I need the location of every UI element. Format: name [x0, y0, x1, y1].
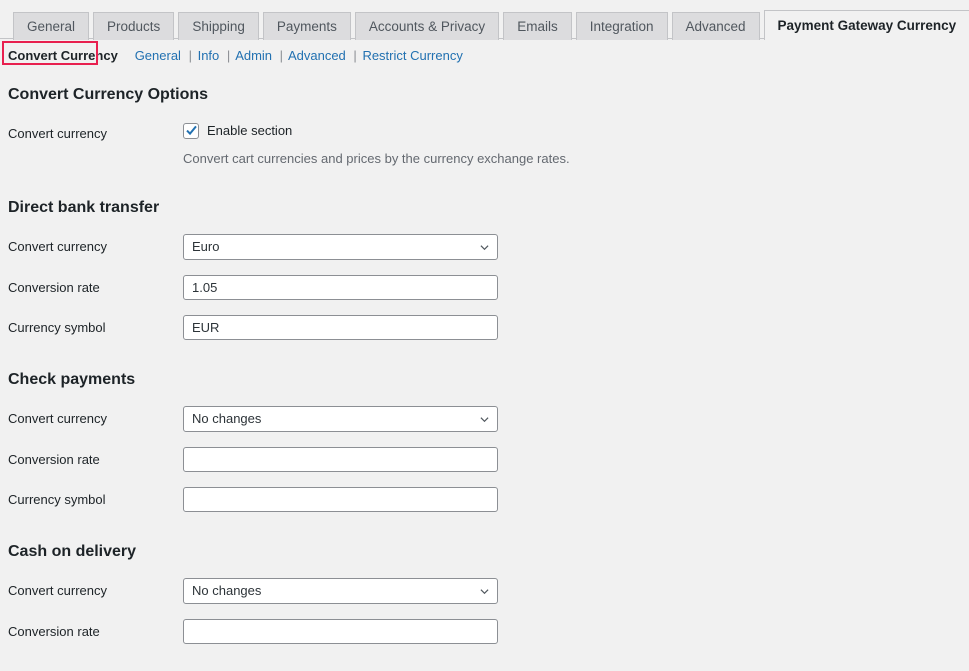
subnav-item-info[interactable]: Info	[198, 48, 220, 63]
cheque-currency-symbol-input[interactable]	[183, 486, 498, 512]
field-label-conversion-rate: Conversion rate	[8, 451, 100, 467]
subnav-item-restrict-currency[interactable]: Restrict Currency	[362, 48, 462, 63]
subnav-separator: |	[279, 48, 284, 63]
subnav-separator: |	[226, 48, 231, 63]
bacs-currency-select[interactable]: Euro	[183, 234, 498, 261]
subnav-separator: |	[188, 48, 192, 63]
field-control-bacs-symbol	[183, 315, 969, 341]
tab-products[interactable]: Products	[93, 12, 175, 40]
field-label-currency-symbol: Currency symbol	[8, 491, 106, 507]
enable-section-label[interactable]: Enable section	[207, 123, 292, 138]
subnav: Convert Currency General | Info | Admin …	[0, 39, 969, 69]
bacs-currency-symbol-input[interactable]	[183, 315, 498, 341]
settings-tab-bar: General Products Shipping Payments Accou…	[0, 0, 969, 40]
subnav-item-advanced[interactable]: Advanced	[288, 48, 346, 63]
field-label-conversion-rate: Conversion rate	[8, 280, 100, 296]
field-label-convert-currency: Convert currency	[8, 239, 107, 255]
gateway-title-direct-bank-transfer: Direct bank transfer	[8, 199, 160, 217]
field-label-convert-currency: Convert currency	[8, 410, 107, 426]
tab-payments[interactable]: Payments	[262, 12, 351, 40]
field-control-cheque-symbol	[183, 486, 969, 512]
enable-section-description: Convert cart currencies and prices by th…	[183, 150, 570, 166]
cod-conversion-rate-input[interactable]	[183, 618, 498, 644]
tab-shipping[interactable]: Shipping	[178, 12, 259, 40]
subnav-separator	[121, 48, 131, 63]
page-title: Convert Currency Options	[8, 86, 209, 103]
field-label-convert-currency: Convert currency	[8, 582, 107, 598]
cheque-currency-select[interactable]: No changes	[183, 405, 498, 432]
settings-content: Convert Currency Options Convert currenc…	[0, 85, 969, 644]
bacs-conversion-rate-input[interactable]	[183, 275, 498, 301]
field-control-bacs-currency: Euro	[183, 234, 969, 261]
tab-strip: General Products Shipping Payments Accou…	[13, 0, 969, 40]
field-row-cod-convert-currency: Convert currency No changes	[0, 577, 969, 604]
bacs-currency-select-wrap: Euro	[183, 234, 498, 261]
tab-integration[interactable]: Integration	[575, 12, 668, 40]
field-row-bacs-currency-symbol: Currency symbol	[0, 315, 969, 341]
subnav-separator: |	[353, 48, 357, 63]
cheque-currency-select-wrap: No changes	[183, 405, 498, 432]
gateway-title-check-payments: Check payments	[8, 371, 136, 389]
field-row-cheque-convert-currency: Convert currency No changes	[0, 405, 969, 432]
field-row-bacs-convert-currency: Convert currency Euro	[0, 234, 969, 261]
field-control-cheque-rate	[183, 446, 969, 472]
enable-section-checkbox[interactable]	[183, 122, 199, 139]
subnav-item-admin[interactable]: Admin	[235, 48, 272, 63]
field-row-bacs-conversion-rate: Conversion rate	[0, 275, 969, 301]
field-control-cod-currency: No changes	[183, 577, 969, 604]
field-row-cod-conversion-rate: Conversion rate	[0, 618, 969, 644]
tab-emails[interactable]: Emails	[503, 12, 572, 40]
field-row-cheque-currency-symbol: Currency symbol	[0, 486, 969, 512]
field-label-currency-symbol: Currency symbol	[8, 320, 106, 336]
field-control-cod-rate	[183, 618, 969, 644]
tab-payment-gateway-currency[interactable]: Payment Gateway Currency	[763, 10, 969, 40]
tab-general[interactable]: General	[13, 12, 90, 40]
field-control-bacs-rate	[183, 275, 969, 301]
field-row-enable-section: Convert currency Enable section Convert …	[0, 121, 969, 169]
field-row-cheque-conversion-rate: Conversion rate	[0, 446, 969, 472]
cod-currency-select-wrap: No changes	[183, 577, 498, 604]
subnav-item-convert-currency[interactable]: Convert Currency	[8, 48, 118, 63]
field-label-convert-currency: Convert currency	[8, 125, 107, 141]
tab-advanced[interactable]: Advanced	[671, 12, 760, 40]
field-control-cheque-currency: No changes	[183, 405, 969, 432]
field-control-enable-section: Enable section Convert cart currencies a…	[183, 121, 969, 169]
cod-currency-select[interactable]: No changes	[183, 577, 498, 604]
cheque-conversion-rate-input[interactable]	[183, 446, 498, 472]
field-label-conversion-rate: Conversion rate	[8, 623, 100, 639]
tab-accounts-privacy[interactable]: Accounts & Privacy	[354, 12, 500, 40]
enable-section-checkbox-line: Enable section	[183, 121, 969, 139]
subnav-item-general[interactable]: General	[135, 48, 181, 63]
gateway-title-cash-on-delivery: Cash on delivery	[8, 542, 137, 560]
